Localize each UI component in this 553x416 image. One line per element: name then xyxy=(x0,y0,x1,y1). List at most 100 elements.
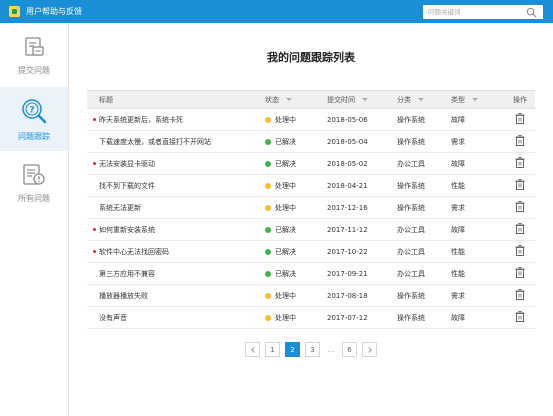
issue-title[interactable]: 无法安装显卡驱动 xyxy=(99,160,155,168)
column-header-action: 操作 xyxy=(505,90,535,109)
search-input[interactable] xyxy=(428,8,524,16)
table-row[interactable]: 系统无法更新 处理中 2017-12-16 操作系统 需求 xyxy=(87,196,535,219)
issue-title-cell[interactable]: 没有声音 xyxy=(87,306,265,329)
issue-title-cell[interactable]: 如何重新安装系统 xyxy=(87,218,265,241)
category-cell: 操作系统 xyxy=(397,284,451,307)
column-header-date[interactable]: 提交时间 xyxy=(327,90,397,109)
type-cell: 性能 xyxy=(451,174,505,197)
next-page-button[interactable] xyxy=(362,342,377,357)
status-text: 处理中 xyxy=(275,181,296,190)
issue-title-cell[interactable]: 无法安装显卡驱动 xyxy=(87,152,265,175)
sort-arrow-icon[interactable] xyxy=(472,98,478,101)
issue-title-cell[interactable]: 昨天系统更新后，系统卡死 xyxy=(87,108,265,131)
status-dot-icon xyxy=(265,292,271,299)
app-title: 用户帮助与反馈 xyxy=(26,7,82,16)
page-button[interactable]: 6 xyxy=(342,342,357,357)
type-cell: 故障 xyxy=(451,108,505,131)
table-row[interactable]: 昨天系统更新后，系统卡死 处理中 2018-05-06 操作系统 故障 xyxy=(87,108,535,131)
sidebar-item-all[interactable]: 所有问题 xyxy=(0,151,68,215)
trash-icon[interactable] xyxy=(515,245,525,258)
sidebar-item-label: 所有问题 xyxy=(18,193,50,203)
table-row[interactable]: 软件中心无法找回密码 已解决 2017-10-22 办公工具 性能 xyxy=(87,240,535,263)
status-text: 已解决 xyxy=(275,137,296,146)
table-row[interactable]: 如何重新安装系统 已解决 2017-11-12 办公工具 故障 xyxy=(87,218,535,241)
delete-cell xyxy=(505,262,535,285)
issue-title[interactable]: 系统无法更新 xyxy=(99,204,141,212)
issue-title[interactable]: 找不到下载的文件 xyxy=(99,182,155,190)
status-cell: 处理中 xyxy=(265,196,327,219)
issue-title[interactable]: 第三方应用不兼容 xyxy=(99,270,155,278)
sort-arrow-icon[interactable] xyxy=(362,98,368,101)
column-header-status[interactable]: 状态 xyxy=(265,90,327,109)
status-cell: 已解决 xyxy=(265,218,327,241)
pagination: 1 2 3 … 6 xyxy=(69,342,553,357)
sort-arrow-icon[interactable] xyxy=(286,98,292,101)
issue-title-cell[interactable]: 软件中心无法找回密码 xyxy=(87,240,265,263)
date-cell: 2018-05-04 xyxy=(327,130,397,153)
trash-icon[interactable] xyxy=(515,135,525,148)
issue-title-cell[interactable]: 系统无法更新 xyxy=(87,196,265,219)
table-row[interactable]: 第三方应用不兼容 已解决 2017-09-21 办公工具 性能 xyxy=(87,262,535,285)
date-cell: 2017-07-12 xyxy=(327,306,397,329)
sidebar-item-label: 提交问题 xyxy=(18,65,50,75)
issue-title[interactable]: 如何重新安装系统 xyxy=(99,226,155,234)
app-logo-icon xyxy=(9,6,20,17)
search-box[interactable] xyxy=(423,5,543,19)
issue-title-cell[interactable]: 第三方应用不兼容 xyxy=(87,262,265,285)
category-cell: 办公工具 xyxy=(397,218,451,241)
table-row[interactable]: 播放器播放失败 处理中 2017-08-18 操作系统 需求 xyxy=(87,284,535,307)
status-text: 处理中 xyxy=(275,203,296,212)
status-dot-icon xyxy=(265,182,271,189)
trash-icon[interactable] xyxy=(515,289,525,302)
issue-title-cell[interactable]: 下载速度太慢，或者直接打不开网站 xyxy=(87,130,265,153)
column-header-category[interactable]: 分类 xyxy=(397,90,451,109)
main-content: 我的问题跟踪列表 标题 状态 提交时间 分类 类型 操作 昨天系统更新后，系统卡… xyxy=(69,23,553,416)
issue-title[interactable]: 播放器播放失败 xyxy=(99,292,148,300)
delete-cell xyxy=(505,130,535,153)
table-row[interactable]: 找不到下载的文件 处理中 2018-04-21 操作系统 性能 xyxy=(87,174,535,197)
date-cell: 2018-05-02 xyxy=(327,152,397,175)
status-dot-icon xyxy=(265,314,271,321)
status-text: 已解决 xyxy=(275,225,296,234)
table-row[interactable]: 下载速度太慢，或者直接打不开网站 已解决 2018-05-04 操作系统 需求 xyxy=(87,130,535,153)
type-cell: 故障 xyxy=(451,152,505,175)
sort-arrow-icon[interactable] xyxy=(418,98,424,101)
type-cell: 需求 xyxy=(451,196,505,219)
trash-icon[interactable] xyxy=(515,113,525,126)
table-row[interactable]: 没有声音 处理中 2017-07-12 操作系统 故障 xyxy=(87,306,535,329)
issue-title[interactable]: 没有声音 xyxy=(99,314,127,322)
issue-title-cell[interactable]: 播放器播放失败 xyxy=(87,284,265,307)
category-cell: 操作系统 xyxy=(397,130,451,153)
prev-page-button[interactable] xyxy=(245,342,260,357)
trash-icon[interactable] xyxy=(515,179,525,192)
issue-title[interactable]: 昨天系统更新后，系统卡死 xyxy=(99,116,183,124)
delete-cell xyxy=(505,240,535,263)
date-cell: 2018-04-21 xyxy=(327,174,397,197)
trash-icon[interactable] xyxy=(515,311,525,324)
page-button-current[interactable]: 2 xyxy=(285,342,300,357)
sidebar-item-track[interactable]: ? 问题跟踪 xyxy=(0,87,68,151)
type-cell: 故障 xyxy=(451,218,505,241)
table-row[interactable]: 无法安装显卡驱动 已解决 2018-05-02 办公工具 故障 xyxy=(87,152,535,175)
issue-title[interactable]: 软件中心无法找回密码 xyxy=(99,248,169,256)
issue-title-cell[interactable]: 找不到下载的文件 xyxy=(87,174,265,197)
status-dot-icon xyxy=(265,248,271,255)
category-cell: 操作系统 xyxy=(397,196,451,219)
unread-flag-icon xyxy=(93,162,96,165)
unread-flag-icon xyxy=(93,250,96,253)
trash-icon[interactable] xyxy=(515,201,525,214)
date-cell: 2017-09-21 xyxy=(327,262,397,285)
date-cell: 2017-11-12 xyxy=(327,218,397,241)
column-header-type[interactable]: 类型 xyxy=(451,90,505,109)
sidebar-item-submit[interactable]: 提交问题 xyxy=(0,23,68,87)
column-header-title: 标题 xyxy=(87,90,265,109)
trash-icon[interactable] xyxy=(515,267,525,280)
trash-icon[interactable] xyxy=(515,223,525,236)
page-button[interactable]: 1 xyxy=(265,342,280,357)
status-dot-icon xyxy=(265,160,271,167)
search-icon[interactable] xyxy=(526,7,537,18)
issue-title[interactable]: 下载速度太慢，或者直接打不开网站 xyxy=(99,138,211,146)
page-button[interactable]: 3 xyxy=(305,342,320,357)
trash-icon[interactable] xyxy=(515,157,525,170)
category-cell: 操作系统 xyxy=(397,108,451,131)
